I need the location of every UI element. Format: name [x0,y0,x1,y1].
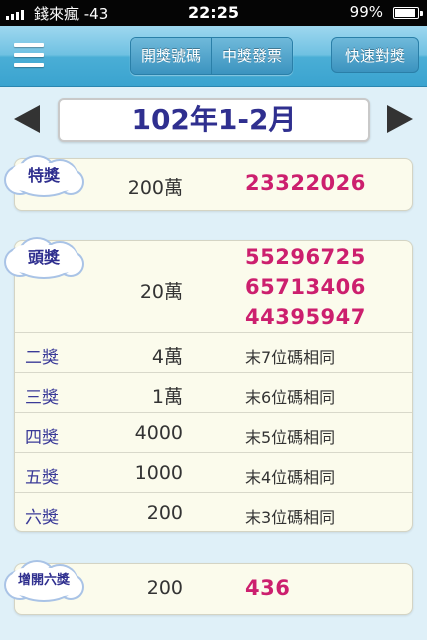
prize-label: 六獎 [25,508,59,528]
prize-amount: 4000 [134,422,183,444]
prize-label: 三獎 [25,388,59,408]
status-bar: 錢來瘋 -43 22:25 99% [0,0,427,26]
grand-prize-number: 44395947 [245,305,366,329]
grand-prize-number: 55296725 [245,245,366,269]
table-row: 三獎 1萬 末6位碼相同 [15,372,412,413]
table-row: 四獎 4000 末5位碼相同 [15,412,412,453]
next-period-arrow-icon[interactable] [387,105,413,133]
grand-prize-badge: 頭獎 [4,237,84,279]
table-row: 五獎 1000 末4位碼相同 [15,452,412,493]
tab-winning-invoices[interactable]: 中獎發票 [211,38,293,74]
previous-period-arrow-icon[interactable] [14,105,40,133]
extra-prize-label: 增開六獎 [17,573,70,588]
battery-percent: 99% [349,3,383,21]
special-prize-label: 特獎 [27,166,60,185]
extra-prize-amount: 200 [146,577,183,599]
prize-amount: 200 [146,502,183,524]
table-row: 六獎 200 末3位碼相同 [15,492,412,533]
table-row: 二獎 4萬 末7位碼相同 [15,332,412,373]
prize-amount: 1000 [134,462,183,484]
special-prize-amount: 200萬 [127,177,183,199]
prize-rule: 末7位碼相同 [245,348,336,367]
tab-winning-numbers[interactable]: 開獎號碼 [131,38,212,74]
special-prize-number: 23322026 [245,171,366,195]
nav-bar: 開獎號碼 中獎發票 快速對獎 [0,26,427,87]
prize-amount: 4萬 [151,346,183,368]
prize-rule: 末6位碼相同 [245,388,336,407]
prize-amount: 1萬 [151,386,183,408]
period-title: 102年1-2月 [58,98,370,142]
quick-check-button[interactable]: 快速對獎 [331,37,419,73]
extra-prize-number: 436 [245,576,291,600]
special-prize-badge: 特獎 [4,155,84,197]
menu-icon[interactable] [14,43,44,67]
prize-label: 四獎 [25,428,59,448]
segmented-control: 開獎號碼 中獎發票 [130,37,294,75]
prize-rule: 末5位碼相同 [245,428,336,447]
grand-prize-label: 頭獎 [27,248,60,267]
battery-icon [393,7,423,19]
grand-prize-number: 65713406 [245,275,366,299]
prize-rule: 末3位碼相同 [245,508,336,527]
extra-prize-badge: 增開六獎 [4,560,84,602]
grand-prize-amount: 20萬 [139,281,183,303]
prize-table-card: 20萬 55296725 65713406 44395947 二獎 4萬 末7位… [14,240,413,532]
prize-rule: 末4位碼相同 [245,468,336,487]
prize-label: 五獎 [25,468,59,488]
prize-label: 二獎 [25,348,59,368]
